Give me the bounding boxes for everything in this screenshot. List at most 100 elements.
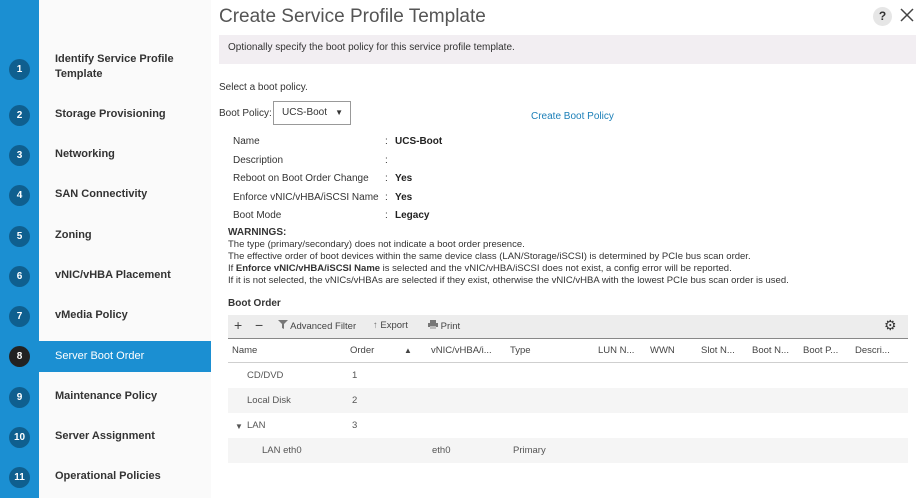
cell-name: LAN — [247, 420, 266, 431]
export-arrow-icon: ↑ — [373, 320, 378, 331]
property-value: Yes — [395, 173, 413, 184]
caret-down-icon: ▼ — [335, 108, 343, 117]
step-operational-policies[interactable]: 11 Operational Policies — [0, 456, 211, 496]
cell-name: CD/DVD — [247, 370, 284, 381]
boot-policy-label: Boot Policy: — [219, 108, 272, 119]
step-maintenance-policy[interactable]: 9 Maintenance Policy — [0, 376, 211, 416]
close-icon[interactable] — [898, 5, 916, 25]
table-row[interactable]: LAN eth0 eth0 Primary — [228, 438, 908, 463]
step-number: 11 — [9, 467, 30, 488]
gear-icon[interactable]: ⚙ — [884, 317, 897, 334]
advanced-filter-label: Advanced Filter — [290, 321, 357, 332]
property-label: Boot Mode — [233, 210, 282, 221]
step-number: 6 — [9, 266, 30, 287]
step-number: 9 — [9, 387, 30, 408]
column-header-type[interactable]: Type — [510, 345, 531, 356]
step-storage-provisioning[interactable]: 2 Storage Provisioning — [0, 94, 211, 134]
table-row[interactable]: ▼ LAN 3 — [228, 413, 908, 438]
property-colon: : — [385, 192, 388, 203]
warning-text: is selected and the vNIC/vHBA/iSCSI does… — [380, 263, 732, 274]
wizard-sidebar: 1 Identify Service Profile Template 2 St… — [0, 0, 211, 498]
column-header-order[interactable]: Order — [350, 345, 374, 356]
property-value: Legacy — [395, 210, 430, 221]
step-number: 3 — [9, 145, 30, 166]
table-header: Name Order ▲ vNIC/vHBA/i... Type LUN N..… — [228, 338, 908, 363]
printer-icon — [428, 320, 438, 329]
step-number: 10 — [9, 427, 30, 448]
boot-policy-selected-value: UCS-Boot — [282, 107, 328, 118]
column-header-lun[interactable]: LUN N... — [598, 345, 634, 356]
export-button[interactable]: ↑ Export — [373, 320, 408, 331]
step-san-connectivity[interactable]: 4 SAN Connectivity — [0, 174, 211, 214]
cell-order: 1 — [352, 370, 358, 381]
warning-line: If Enforce vNIC/vHBA/iSCSI Name is selec… — [228, 263, 789, 275]
step-label: Server Assignment — [55, 430, 155, 442]
add-button[interactable]: + — [234, 317, 242, 333]
property-value: UCS-Boot — [395, 136, 443, 147]
cell-vnic: eth0 — [432, 445, 451, 456]
cell-order: 2 — [352, 395, 358, 406]
step-label: Server Boot Order — [55, 350, 145, 362]
step-networking[interactable]: 3 Networking — [0, 134, 211, 174]
column-header-vnic[interactable]: vNIC/vHBA/i... — [431, 345, 492, 356]
step-vnic-vhba-placement[interactable]: 6 vNIC/vHBA Placement — [0, 255, 211, 295]
expand-caret-icon[interactable]: ▼ — [235, 422, 243, 431]
step-label: Networking — [55, 148, 115, 160]
remove-button[interactable]: − — [255, 317, 263, 333]
select-prompt: Select a boot policy. — [219, 82, 308, 93]
property-label: Enforce vNIC/vHBA/iSCSI Name — [233, 192, 379, 203]
step-label: Operational Policies — [55, 470, 161, 482]
step-label: SAN Connectivity — [55, 188, 148, 200]
step-vmedia-policy[interactable]: 7 vMedia Policy — [0, 295, 211, 335]
info-banner: Optionally specify the boot policy for t… — [219, 35, 916, 64]
table-toolbar: + − Advanced Filter ↑ Export Print ⚙ — [228, 315, 908, 338]
warning-line: The type (primary/secondary) does not in… — [228, 239, 525, 250]
page-title: Create Service Profile Template — [219, 6, 486, 27]
step-number: 8 — [9, 346, 30, 367]
step-server-boot-order[interactable]: 8 Server Boot Order — [0, 341, 211, 372]
help-icon[interactable]: ? — [873, 7, 892, 26]
print-label: Print — [440, 321, 461, 332]
cell-name: Local Disk — [247, 395, 291, 406]
table-row[interactable]: CD/DVD 1 — [228, 363, 908, 388]
step-number: 7 — [9, 306, 30, 327]
step-number: 1 — [9, 59, 30, 80]
property-colon: : — [385, 210, 388, 221]
step-label: vMedia Policy — [55, 309, 128, 321]
column-header-name[interactable]: Name — [232, 345, 257, 356]
warning-text: If — [228, 263, 236, 274]
property-colon: : — [385, 136, 388, 147]
warning-line: The effective order of boot devices with… — [228, 251, 751, 262]
boot-policy-select[interactable]: UCS-Boot ▼ — [273, 101, 351, 125]
property-label: Name — [233, 136, 260, 147]
step-label: Maintenance Policy — [55, 390, 158, 402]
step-number: 2 — [9, 105, 30, 126]
export-label: Export — [380, 320, 408, 331]
column-header-slot[interactable]: Slot N... — [701, 345, 735, 356]
advanced-filter-button[interactable]: Advanced Filter — [278, 320, 356, 332]
warnings-title: WARNINGS: — [228, 227, 287, 238]
step-identify-service-profile-template[interactable]: 1 Identify Service Profile Template — [0, 45, 211, 91]
step-label: Zoning — [55, 229, 92, 241]
sort-ascending-icon[interactable]: ▲ — [404, 346, 412, 355]
print-button[interactable]: Print — [428, 320, 460, 332]
cell-type: Primary — [513, 445, 546, 456]
property-colon: : — [385, 173, 388, 184]
create-boot-policy-link[interactable]: Create Boot Policy — [531, 111, 614, 122]
column-header-boot-name[interactable]: Boot N... — [752, 345, 789, 356]
table-row[interactable]: Local Disk 2 — [228, 388, 908, 413]
step-number: 5 — [9, 226, 30, 247]
step-label: vNIC/vHBA Placement — [55, 269, 171, 281]
warning-emphasis: Enforce vNIC/vHBA/iSCSI Name — [235, 263, 381, 274]
column-header-wwn[interactable]: WWN — [650, 345, 675, 356]
column-header-boot-path[interactable]: Boot P... — [803, 345, 838, 356]
cell-order: 3 — [352, 420, 358, 431]
step-zoning[interactable]: 5 Zoning — [0, 215, 211, 255]
step-server-assignment[interactable]: 10 Server Assignment — [0, 416, 211, 456]
property-value: Yes — [395, 192, 413, 203]
warnings-block: WARNINGS: The type (primary/secondary) d… — [228, 227, 789, 287]
step-number: 4 — [9, 185, 30, 206]
warning-line: If it is not selected, the vNICs/vHBAs a… — [228, 275, 789, 286]
column-header-description[interactable]: Descri... — [855, 345, 890, 356]
cell-name: LAN eth0 — [262, 445, 302, 456]
